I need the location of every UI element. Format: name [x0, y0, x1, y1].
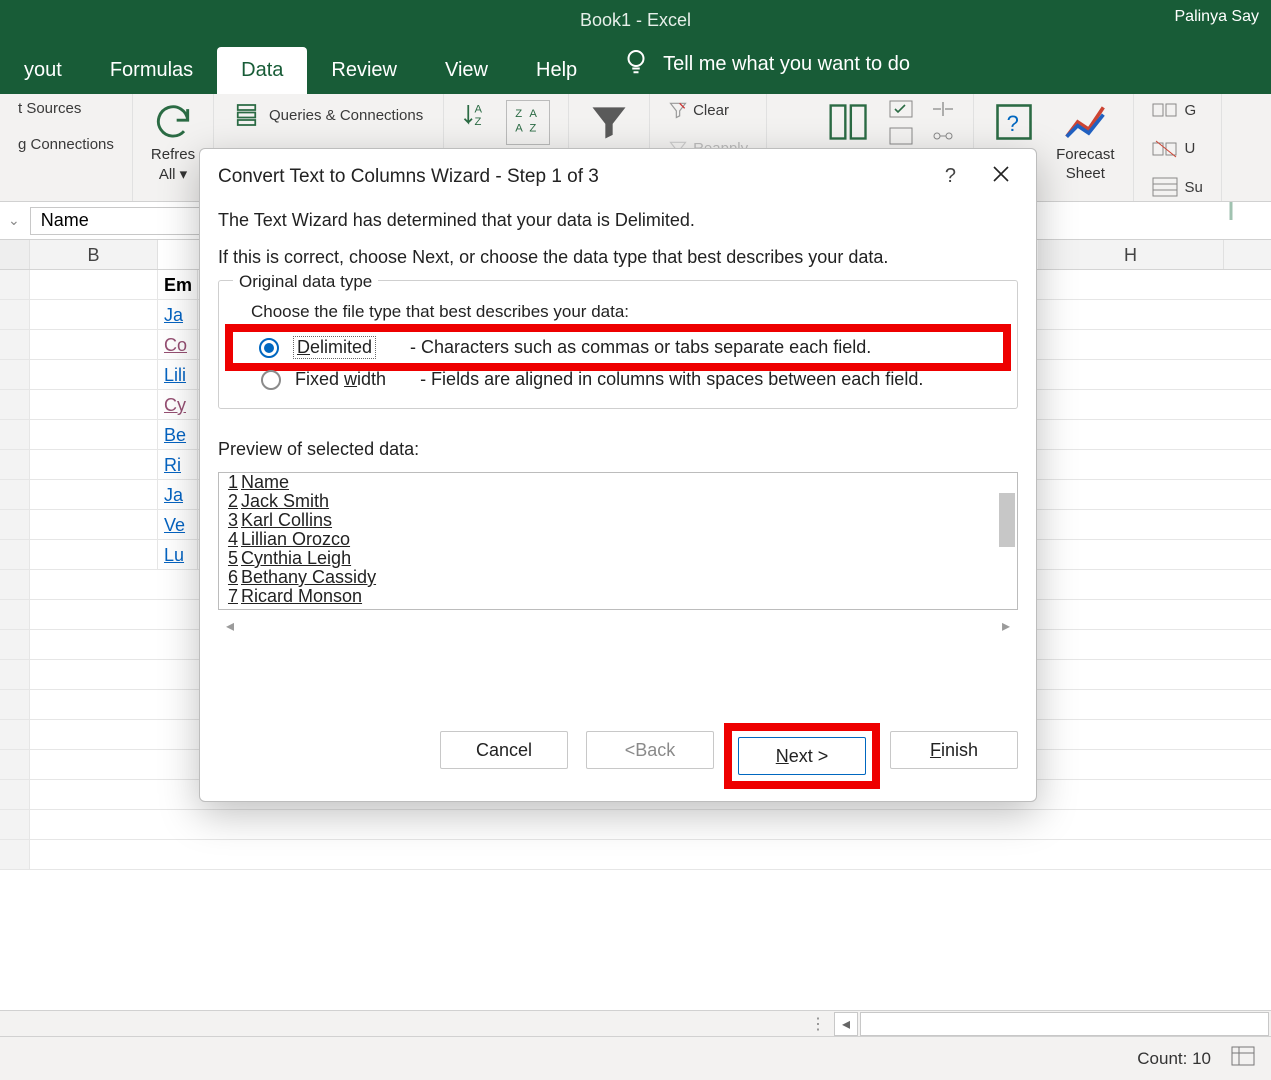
table-header-em: Em — [158, 270, 198, 299]
radio-fixed-width[interactable]: Fixed width - Fields are aligned in colu… — [233, 365, 1003, 394]
text-to-columns-dialog: Convert Text to Columns Wizard - Step 1 … — [199, 148, 1037, 802]
clear-icon — [668, 100, 688, 120]
radio-delimited-label: Delimited — [293, 336, 376, 359]
radio-fixed-desc: - Fields are aligned in columns with spa… — [420, 369, 923, 390]
svg-text:A: A — [475, 104, 483, 116]
filter-button[interactable] — [587, 100, 631, 149]
recent-sources-partial[interactable]: t Sources — [18, 100, 81, 117]
existing-connections-partial[interactable]: g Connections — [18, 136, 114, 153]
column-header-h[interactable]: H — [1038, 240, 1224, 269]
consolidate-icon[interactable] — [931, 100, 955, 123]
radio-delimited-desc: - Characters such as commas or tabs sepa… — [410, 337, 871, 358]
original-data-type-group: Original data type Choose the file type … — [218, 280, 1018, 409]
lightbulb-icon — [621, 46, 651, 82]
dialog-text-1: The Text Wizard has determined that your… — [218, 210, 1018, 231]
dialog-help-button[interactable]: ? — [935, 161, 966, 192]
whatif-icon: ? — [992, 100, 1036, 144]
column-header-b[interactable]: B — [30, 240, 158, 269]
select-all-corner[interactable] — [0, 240, 30, 269]
radio-fixed-label: Fixed width — [295, 369, 386, 390]
forecast-icon — [1063, 100, 1107, 144]
ribbon-tabs: yout Formulas Data Review View Help Tell… — [0, 40, 1271, 94]
svg-text:Z: Z — [475, 116, 482, 128]
ungroup-button-frag[interactable]: U — [1152, 139, 1196, 159]
preview-label: Preview of selected data: — [218, 439, 1018, 460]
finish-button[interactable]: Finish — [890, 731, 1018, 769]
list-item[interactable]: Be — [158, 420, 198, 449]
list-item[interactable]: Ja — [158, 480, 198, 509]
svg-text:?: ? — [1007, 111, 1019, 136]
scroll-left-icon[interactable]: ◂ — [834, 1012, 858, 1036]
sort-za-icon: ZAAZ — [511, 103, 545, 137]
tab-review[interactable]: Review — [307, 47, 421, 94]
tab-view[interactable]: View — [421, 47, 512, 94]
tab-help[interactable]: Help — [512, 47, 601, 94]
group-legend: Original data type — [233, 272, 378, 291]
radio-icon — [259, 338, 279, 358]
refresh-icon — [151, 100, 195, 144]
relationships-icon[interactable] — [931, 127, 955, 150]
svg-text:Z: Z — [530, 122, 537, 134]
sort-za-button[interactable]: ZAAZ — [506, 100, 550, 145]
tell-me-label: Tell me what you want to do — [663, 53, 910, 76]
svg-text:Z: Z — [515, 108, 522, 120]
whatif-button[interactable]: ? — [992, 100, 1036, 149]
tell-me[interactable]: Tell me what you want to do — [601, 34, 930, 94]
filter-icon — [587, 100, 631, 144]
list-item[interactable]: Ri — [158, 450, 198, 479]
user-name: Palinya Say — [1175, 8, 1260, 26]
svg-text:A: A — [515, 122, 523, 134]
tab-layout-partial[interactable]: yout — [0, 47, 86, 94]
radio-delimited[interactable]: Delimited - Characters such as commas or… — [231, 332, 1005, 363]
dialog-text-2: If this is correct, choose Next, or choo… — [218, 247, 1018, 268]
close-icon[interactable] — [984, 161, 1018, 192]
queries-connections[interactable]: Queries & Connections — [234, 100, 423, 130]
dialog-title: Convert Text to Columns Wizard - Step 1 … — [218, 166, 599, 188]
choose-label: Choose the file type that best describes… — [251, 302, 1003, 322]
queries-icon — [234, 100, 264, 130]
group-button-frag[interactable]: G — [1152, 100, 1197, 120]
preview-scrollbar[interactable] — [999, 493, 1015, 547]
flash-fill-icon[interactable] — [889, 100, 913, 123]
radio-icon — [261, 370, 281, 390]
tab-data[interactable]: Data — [217, 47, 307, 94]
svg-text:A: A — [530, 108, 538, 120]
subtotal-icon — [1152, 177, 1180, 197]
sort-az-icon: AZ — [462, 100, 492, 130]
list-item[interactable]: Ve — [158, 510, 198, 539]
list-item[interactable]: Lili — [158, 360, 198, 389]
subtotal-button-frag[interactable]: Su — [1152, 177, 1203, 197]
forecast-sheet-button[interactable]: Forecast Sheet — [1056, 100, 1114, 182]
back-button[interactable]: < Back — [586, 731, 714, 769]
sort-az-button[interactable]: AZ — [462, 100, 492, 135]
text-to-columns-icon[interactable] — [827, 100, 871, 149]
ungroup-icon — [1152, 139, 1180, 159]
preview-box: 1Name 2Jack Smith 3Karl Collins 4Lillian… — [218, 472, 1018, 610]
preview-scroll-left-icon[interactable]: ◂ — [226, 616, 234, 636]
tab-formulas[interactable]: Formulas — [86, 47, 217, 94]
view-normal-icon[interactable] — [1231, 1046, 1255, 1071]
list-item[interactable]: Ja — [158, 300, 198, 329]
group-icon — [1152, 100, 1180, 120]
chevron-down-icon: ▾ — [180, 166, 188, 183]
list-item[interactable]: Cy — [158, 390, 198, 419]
preview-scroll-right-icon[interactable]: ▸ — [1002, 616, 1010, 636]
refresh-all-button[interactable]: Refres All ▾ — [151, 100, 195, 183]
namebox-dropdown-icon[interactable]: ⌄ — [8, 212, 20, 229]
list-item[interactable]: Lu — [158, 540, 198, 569]
horizontal-scroll[interactable]: ⋮ ◂ — [0, 1010, 1271, 1036]
app-title: Book1 - Excel — [580, 10, 691, 31]
next-button[interactable]: Next > — [738, 737, 866, 775]
remove-duplicates-icon[interactable] — [889, 127, 913, 150]
cancel-button[interactable]: Cancel — [440, 731, 568, 769]
status-bar: Count: 10 — [0, 1036, 1271, 1080]
status-count: Count: 10 — [1137, 1049, 1211, 1069]
clear-button[interactable]: Clear — [668, 100, 729, 120]
list-item[interactable]: Co — [158, 330, 198, 359]
